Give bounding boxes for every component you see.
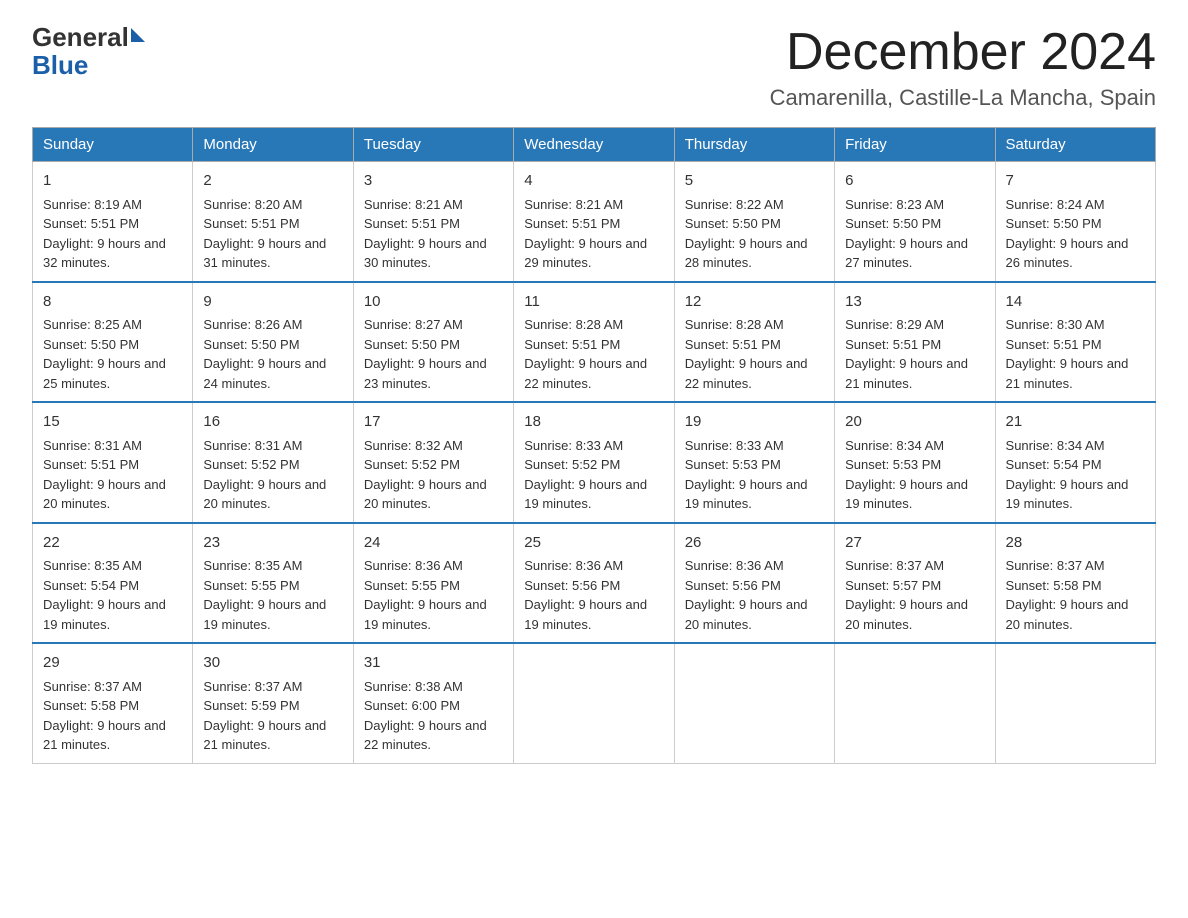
calendar-week-row: 1Sunrise: 8:19 AMSunset: 5:51 PMDaylight… xyxy=(33,162,1156,282)
calendar-cell: 15Sunrise: 8:31 AMSunset: 5:51 PMDayligh… xyxy=(33,402,193,523)
col-header-wednesday: Wednesday xyxy=(514,128,674,162)
day-number: 2 xyxy=(203,170,342,193)
calendar-cell: 17Sunrise: 8:32 AMSunset: 5:52 PMDayligh… xyxy=(353,402,513,523)
day-number: 12 xyxy=(685,291,824,314)
day-number: 19 xyxy=(685,411,824,434)
calendar-cell: 7Sunrise: 8:24 AMSunset: 5:50 PMDaylight… xyxy=(995,162,1155,282)
calendar-cell: 3Sunrise: 8:21 AMSunset: 5:51 PMDaylight… xyxy=(353,162,513,282)
calendar-cell: 13Sunrise: 8:29 AMSunset: 5:51 PMDayligh… xyxy=(835,282,995,403)
calendar-cell: 8Sunrise: 8:25 AMSunset: 5:50 PMDaylight… xyxy=(33,282,193,403)
logo-arrow-icon xyxy=(131,28,145,42)
calendar-cell: 5Sunrise: 8:22 AMSunset: 5:50 PMDaylight… xyxy=(674,162,834,282)
calendar-cell: 24Sunrise: 8:36 AMSunset: 5:55 PMDayligh… xyxy=(353,523,513,644)
day-number: 8 xyxy=(43,291,182,314)
calendar-week-row: 15Sunrise: 8:31 AMSunset: 5:51 PMDayligh… xyxy=(33,402,1156,523)
day-number: 16 xyxy=(203,411,342,434)
calendar-week-row: 8Sunrise: 8:25 AMSunset: 5:50 PMDaylight… xyxy=(33,282,1156,403)
calendar-cell: 2Sunrise: 8:20 AMSunset: 5:51 PMDaylight… xyxy=(193,162,353,282)
calendar-cell xyxy=(674,643,834,763)
day-number: 14 xyxy=(1006,291,1145,314)
calendar-cell: 20Sunrise: 8:34 AMSunset: 5:53 PMDayligh… xyxy=(835,402,995,523)
calendar-cell xyxy=(514,643,674,763)
day-number: 21 xyxy=(1006,411,1145,434)
calendar-cell: 31Sunrise: 8:38 AMSunset: 6:00 PMDayligh… xyxy=(353,643,513,763)
day-number: 26 xyxy=(685,532,824,555)
calendar-cell: 18Sunrise: 8:33 AMSunset: 5:52 PMDayligh… xyxy=(514,402,674,523)
title-section: December 2024 Camarenilla, Castille-La M… xyxy=(770,24,1156,111)
day-number: 3 xyxy=(364,170,503,193)
day-number: 5 xyxy=(685,170,824,193)
calendar-cell: 9Sunrise: 8:26 AMSunset: 5:50 PMDaylight… xyxy=(193,282,353,403)
day-number: 4 xyxy=(524,170,663,193)
calendar-week-row: 29Sunrise: 8:37 AMSunset: 5:58 PMDayligh… xyxy=(33,643,1156,763)
calendar-cell: 26Sunrise: 8:36 AMSunset: 5:56 PMDayligh… xyxy=(674,523,834,644)
calendar-cell: 21Sunrise: 8:34 AMSunset: 5:54 PMDayligh… xyxy=(995,402,1155,523)
calendar-cell xyxy=(995,643,1155,763)
day-number: 11 xyxy=(524,291,663,314)
day-number: 22 xyxy=(43,532,182,555)
calendar-cell: 25Sunrise: 8:36 AMSunset: 5:56 PMDayligh… xyxy=(514,523,674,644)
calendar-cell xyxy=(835,643,995,763)
calendar-header-row: SundayMondayTuesdayWednesdayThursdayFrid… xyxy=(33,128,1156,162)
calendar-cell: 6Sunrise: 8:23 AMSunset: 5:50 PMDaylight… xyxy=(835,162,995,282)
day-number: 25 xyxy=(524,532,663,555)
day-number: 15 xyxy=(43,411,182,434)
day-number: 6 xyxy=(845,170,984,193)
calendar-cell: 29Sunrise: 8:37 AMSunset: 5:58 PMDayligh… xyxy=(33,643,193,763)
calendar-cell: 16Sunrise: 8:31 AMSunset: 5:52 PMDayligh… xyxy=(193,402,353,523)
col-header-thursday: Thursday xyxy=(674,128,834,162)
day-number: 28 xyxy=(1006,532,1145,555)
col-header-friday: Friday xyxy=(835,128,995,162)
logo-general-text: General xyxy=(32,24,129,50)
location-title: Camarenilla, Castille-La Mancha, Spain xyxy=(770,85,1156,111)
day-number: 31 xyxy=(364,652,503,675)
calendar-cell: 1Sunrise: 8:19 AMSunset: 5:51 PMDaylight… xyxy=(33,162,193,282)
day-number: 23 xyxy=(203,532,342,555)
day-number: 1 xyxy=(43,170,182,193)
col-header-monday: Monday xyxy=(193,128,353,162)
calendar-cell: 11Sunrise: 8:28 AMSunset: 5:51 PMDayligh… xyxy=(514,282,674,403)
day-number: 7 xyxy=(1006,170,1145,193)
day-number: 24 xyxy=(364,532,503,555)
calendar-cell: 30Sunrise: 8:37 AMSunset: 5:59 PMDayligh… xyxy=(193,643,353,763)
calendar-cell: 14Sunrise: 8:30 AMSunset: 5:51 PMDayligh… xyxy=(995,282,1155,403)
day-number: 18 xyxy=(524,411,663,434)
day-number: 13 xyxy=(845,291,984,314)
day-number: 17 xyxy=(364,411,503,434)
page-header: General Blue December 2024 Camarenilla, … xyxy=(32,24,1156,111)
month-title: December 2024 xyxy=(770,24,1156,81)
calendar-cell: 19Sunrise: 8:33 AMSunset: 5:53 PMDayligh… xyxy=(674,402,834,523)
col-header-tuesday: Tuesday xyxy=(353,128,513,162)
calendar-cell: 28Sunrise: 8:37 AMSunset: 5:58 PMDayligh… xyxy=(995,523,1155,644)
day-number: 10 xyxy=(364,291,503,314)
calendar-week-row: 22Sunrise: 8:35 AMSunset: 5:54 PMDayligh… xyxy=(33,523,1156,644)
day-number: 29 xyxy=(43,652,182,675)
calendar-cell: 12Sunrise: 8:28 AMSunset: 5:51 PMDayligh… xyxy=(674,282,834,403)
calendar-cell: 23Sunrise: 8:35 AMSunset: 5:55 PMDayligh… xyxy=(193,523,353,644)
calendar-table: SundayMondayTuesdayWednesdayThursdayFrid… xyxy=(32,127,1156,764)
day-number: 20 xyxy=(845,411,984,434)
day-number: 9 xyxy=(203,291,342,314)
logo-blue-text: Blue xyxy=(32,50,88,81)
col-header-sunday: Sunday xyxy=(33,128,193,162)
calendar-cell: 10Sunrise: 8:27 AMSunset: 5:50 PMDayligh… xyxy=(353,282,513,403)
logo: General Blue xyxy=(32,24,145,81)
col-header-saturday: Saturday xyxy=(995,128,1155,162)
calendar-cell: 4Sunrise: 8:21 AMSunset: 5:51 PMDaylight… xyxy=(514,162,674,282)
calendar-cell: 27Sunrise: 8:37 AMSunset: 5:57 PMDayligh… xyxy=(835,523,995,644)
day-number: 30 xyxy=(203,652,342,675)
calendar-cell: 22Sunrise: 8:35 AMSunset: 5:54 PMDayligh… xyxy=(33,523,193,644)
day-number: 27 xyxy=(845,532,984,555)
